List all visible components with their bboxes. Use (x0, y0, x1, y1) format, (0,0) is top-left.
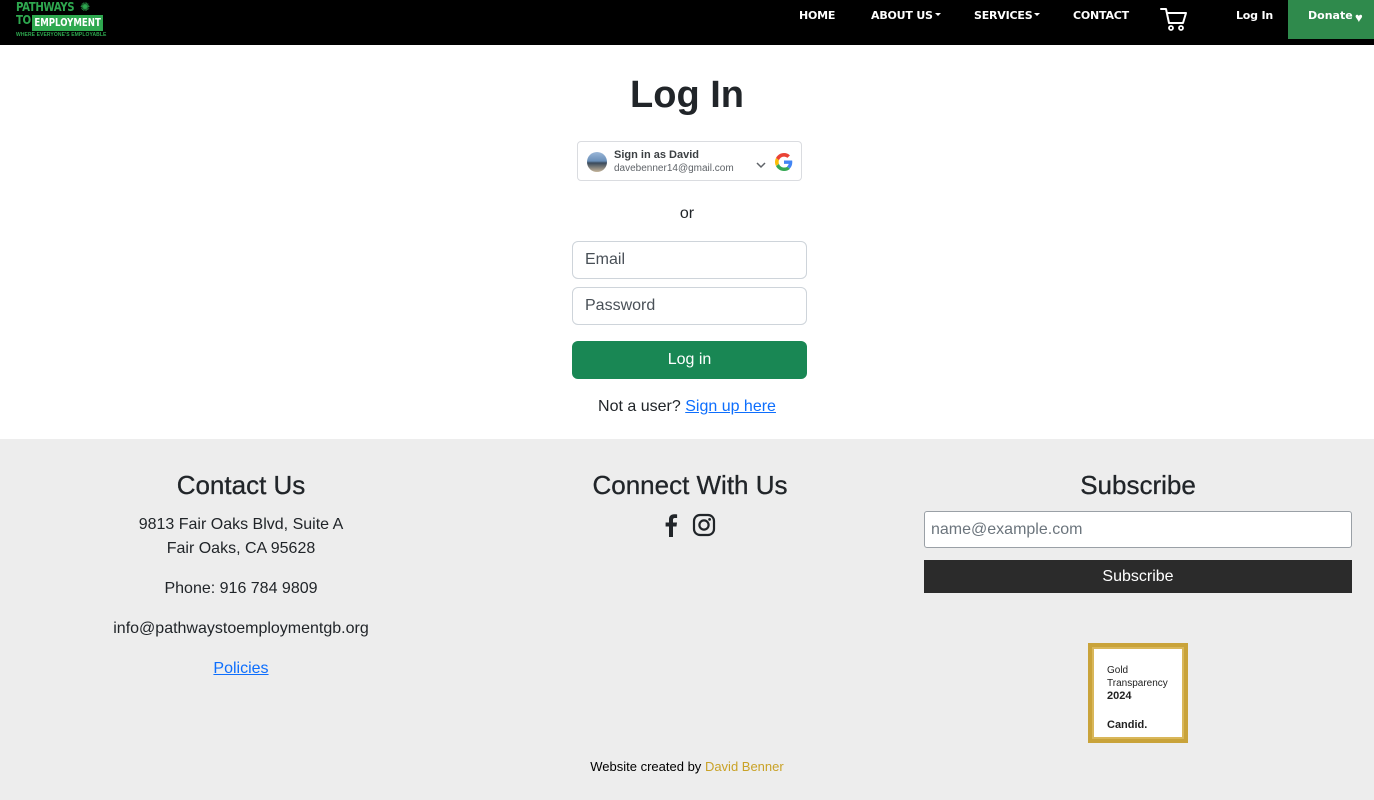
caret-down-icon (934, 13, 941, 16)
footer: Contact Us 9813 Fair Oaks Blvd, Suite A … (0, 439, 1374, 800)
seal-year: 2024 (1107, 690, 1132, 702)
seal-inner: Gold Transparency 2024 Candid. (1092, 647, 1184, 739)
seal-text: Gold Transparency (1107, 664, 1168, 690)
candid-transparency-seal[interactable]: Gold Transparency 2024 Candid. (1088, 643, 1188, 743)
address-line-1: 9813 Fair Oaks Blvd, Suite A (138, 516, 344, 533)
signup-prompt: Not a user? Sign up here (0, 398, 1374, 416)
address-line-2: Fair Oaks, CA 95628 (166, 540, 316, 557)
contact-title: Contact Us (176, 470, 306, 500)
avatar (587, 152, 607, 172)
subscribe-button[interactable]: Subscribe (924, 560, 1352, 593)
or-divider: or (679, 205, 695, 222)
donate-label: Donate (1308, 9, 1353, 22)
footer-connect-section: Connect With Us (466, 439, 914, 537)
connect-title: Connect With Us (592, 470, 788, 500)
email-field[interactable] (572, 241, 807, 279)
signup-prompt-text: Not a user? (598, 398, 681, 415)
logo-text-pathways: PATHWAYS (16, 0, 75, 14)
instagram-icon[interactable] (692, 513, 716, 537)
nav-home[interactable]: HOME (799, 9, 835, 22)
donate-button[interactable]: Donate ♥ (1288, 0, 1374, 39)
caret-down-icon (1034, 13, 1041, 16)
nav-services[interactable]: SERVICES (974, 9, 1041, 22)
top-navbar: PATHWAYS ✺ TO EMPLOYMENT WHERE EVERYONE'… (0, 0, 1374, 45)
credit-author-link[interactable]: David Benner (705, 759, 784, 774)
subscribe-email-field[interactable] (924, 511, 1352, 548)
page-title: Log In (630, 74, 744, 116)
site-credit: Website created by David Benner (0, 759, 1374, 774)
seal-brand: Candid. (1107, 719, 1148, 731)
subscribe-title: Subscribe (1080, 470, 1196, 500)
cart-icon[interactable] (1160, 6, 1188, 32)
nav-services-label: SERVICES (974, 9, 1033, 22)
facebook-icon[interactable] (664, 513, 678, 537)
logo-flower-icon: ✺ (80, 0, 91, 14)
seal-line-1: Gold (1107, 665, 1129, 676)
logo-text-employment: EMPLOYMENT (32, 15, 104, 31)
phone-number: Phone: 916 784 9809 (164, 580, 318, 597)
google-signin-button[interactable]: Sign in as David davebenner14@gmail.com (577, 141, 802, 181)
footer-contact-section: Contact Us 9813 Fair Oaks Blvd, Suite A … (16, 439, 466, 681)
google-account-email: davebenner14@gmail.com (614, 163, 734, 174)
nav-login[interactable]: Log In (1236, 9, 1273, 22)
site-logo[interactable]: PATHWAYS ✺ TO EMPLOYMENT WHERE EVERYONE'… (16, 0, 106, 40)
logo-text-to: TO (16, 13, 31, 27)
seal-line-2: Transparency (1107, 678, 1168, 689)
login-button[interactable]: Log in (572, 341, 807, 379)
chevron-down-icon[interactable] (756, 162, 766, 169)
signup-link[interactable]: Sign up here (685, 398, 776, 415)
heart-icon: ♥ (1355, 10, 1363, 25)
google-icon (775, 153, 793, 171)
contact-email: info@pathwaystoemploymentgb.org (113, 620, 369, 637)
social-links (466, 513, 914, 537)
credit-prefix: Website created by (590, 759, 702, 774)
nav-contact[interactable]: CONTACT (1073, 9, 1129, 22)
google-account-name: Sign in as David (614, 149, 699, 161)
policies-link[interactable]: Policies (213, 660, 268, 677)
nav-about-us[interactable]: ABOUT US (871, 9, 941, 22)
nav-about-us-label: ABOUT US (871, 9, 933, 22)
footer-subscribe-section: Subscribe (924, 439, 1352, 501)
password-field[interactable] (572, 287, 807, 325)
logo-tagline: WHERE EVERYONE'S EMPLOYABLE (16, 32, 107, 38)
